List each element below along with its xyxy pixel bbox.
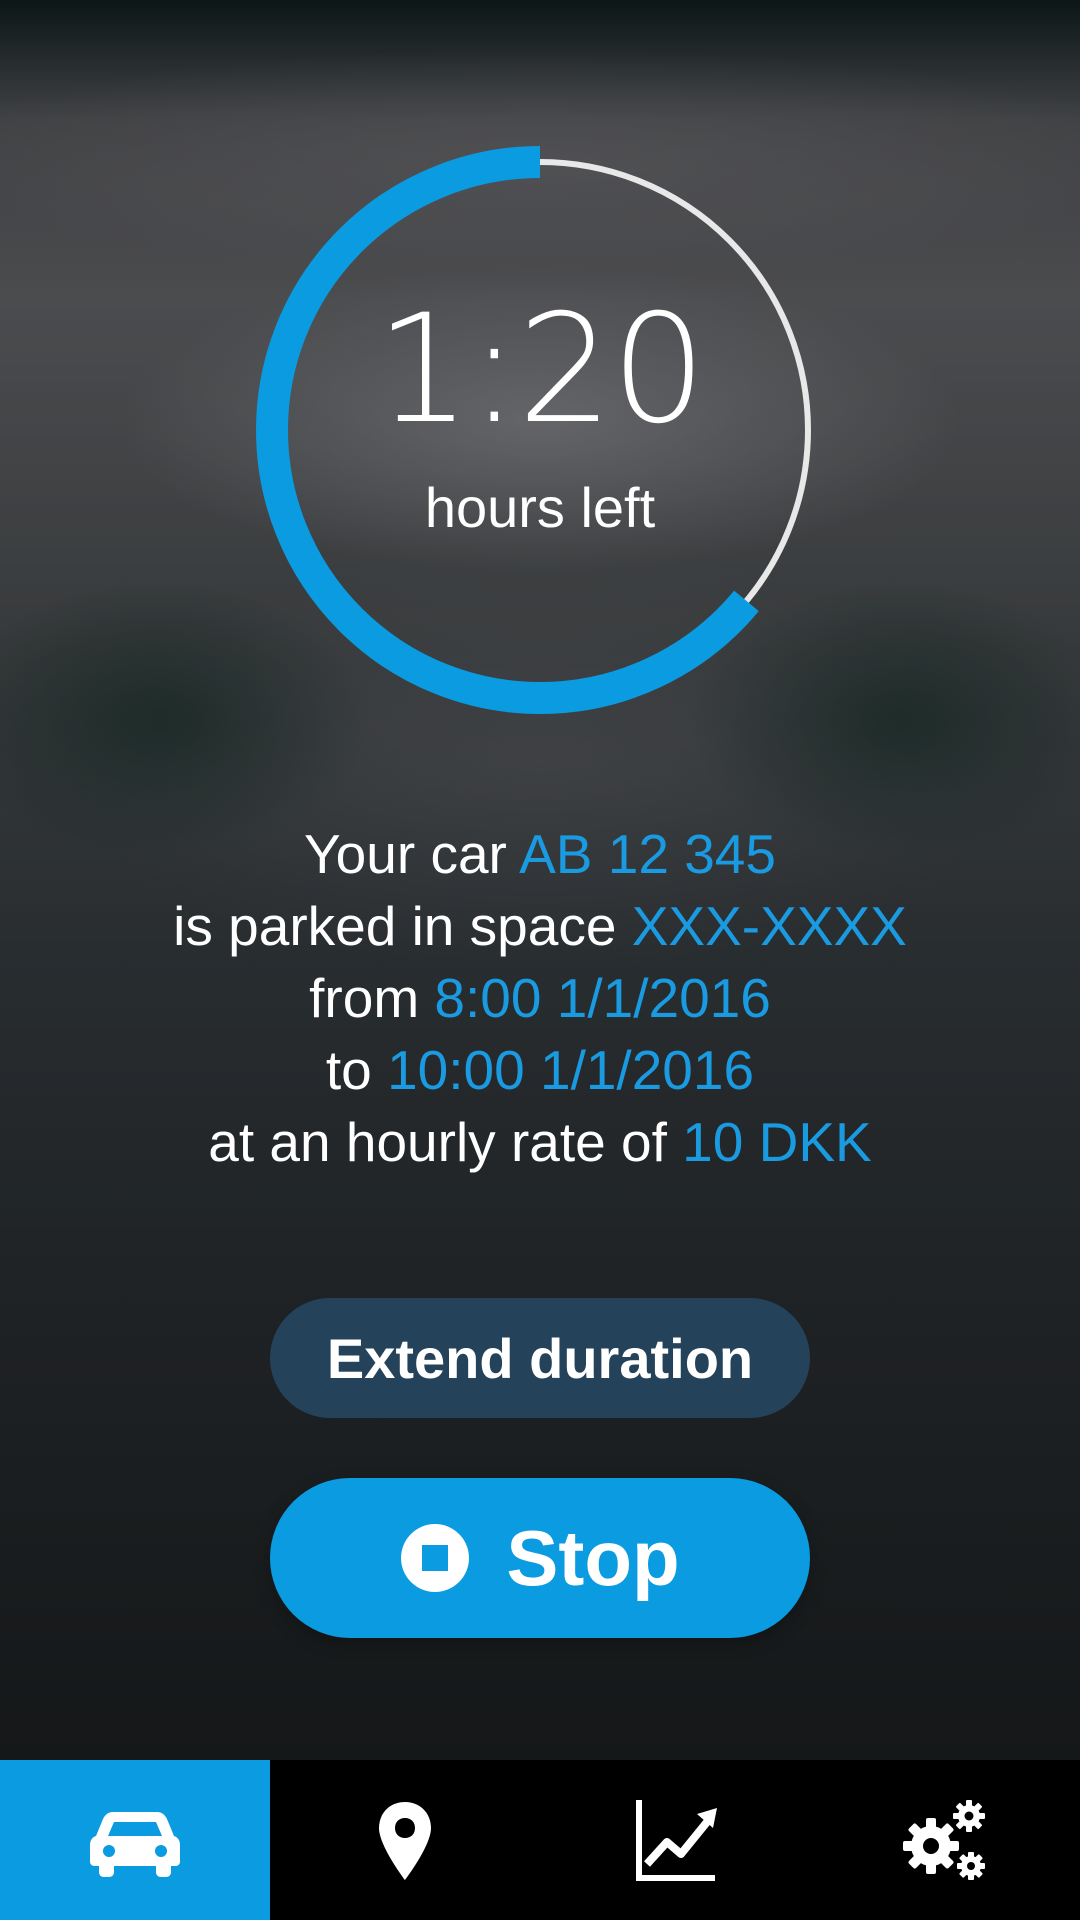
nav-item-location[interactable] [270, 1760, 540, 1920]
nav-item-parking[interactable] [0, 1760, 270, 1920]
map-pin-icon [379, 1802, 431, 1880]
end-label: to [325, 1039, 388, 1101]
details-line-end: to 10:00 1/1/2016 [0, 1034, 1080, 1106]
extend-duration-button[interactable]: Extend duration [270, 1298, 810, 1418]
details-line-start: from 8:00 1/1/2016 [0, 962, 1080, 1034]
trending-chart-icon [636, 1800, 717, 1881]
extend-duration-label: Extend duration [326, 1326, 754, 1390]
details-line-rate: at an hourly rate of 10 DKK [0, 1106, 1080, 1178]
start-label: from [309, 967, 435, 1029]
rate-value: 10 DKK [682, 1111, 872, 1173]
time-remaining-value: 1:20 [375, 283, 707, 457]
parking-session-screen: 1:20 hours left Your car AB 12 345 is pa… [0, 0, 1080, 1920]
start-value: 8:00 1/1/2016 [434, 967, 771, 1029]
details-line-space: is parked in space XXX-XXXX [0, 890, 1080, 962]
parking-details: Your car AB 12 345 is parked in space XX… [0, 818, 1080, 1178]
plate-value: AB 12 345 [519, 823, 776, 885]
nav-item-statistics[interactable] [540, 1760, 810, 1920]
end-value: 10:00 1/1/2016 [387, 1039, 755, 1101]
stop-label: Stop [506, 1513, 680, 1602]
space-label: is parked in space [173, 895, 632, 957]
stop-icon [401, 1524, 470, 1592]
time-remaining-ring: 1:20 hours left [245, 135, 835, 725]
rate-label: at an hourly rate of [208, 1111, 683, 1173]
nav-item-settings[interactable] [810, 1760, 1080, 1920]
car-icon [90, 1812, 180, 1877]
space-value: XXX-XXXX [631, 895, 907, 957]
time-remaining-label: hours left [424, 476, 656, 539]
settings-gears-icon [903, 1800, 985, 1880]
car-label: Your car [304, 823, 520, 885]
stop-button[interactable]: Stop [270, 1478, 810, 1638]
bottom-navigation [0, 1760, 1080, 1920]
details-line-car: Your car AB 12 345 [0, 818, 1080, 890]
